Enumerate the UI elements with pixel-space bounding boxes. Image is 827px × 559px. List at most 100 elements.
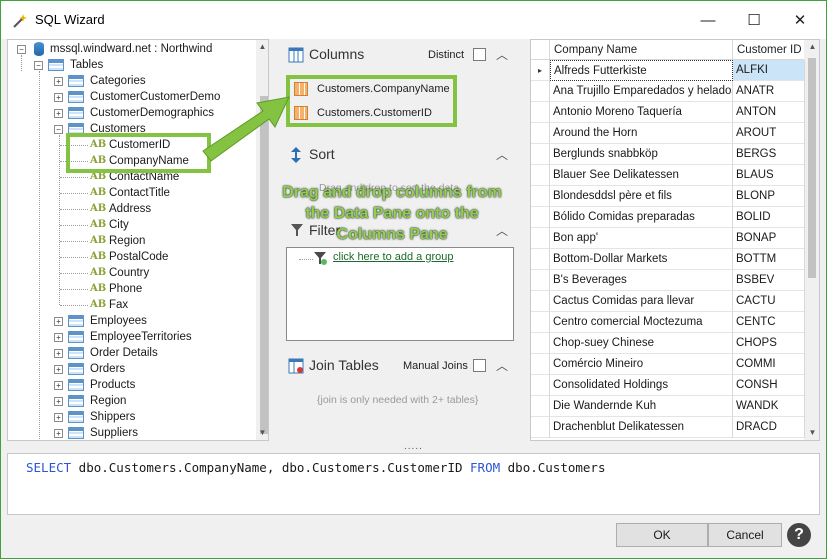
- tree-table-item[interactable]: CustomerDemographics: [90, 105, 214, 121]
- grid-cell-company-name[interactable]: Antonio Moreno Taquería: [550, 102, 733, 123]
- grid-row-header[interactable]: [531, 375, 550, 396]
- grid-cell-company-name[interactable]: Drachenblut Delikatessen: [550, 417, 733, 438]
- grid-cell-customer-id[interactable]: CHOPS: [733, 333, 805, 354]
- root-collapse-icon[interactable]: −: [17, 45, 26, 54]
- tree-table-item[interactable]: Region: [90, 393, 126, 409]
- grid-row-header[interactable]: [531, 102, 550, 123]
- table-expand-icon[interactable]: +: [54, 333, 63, 342]
- grid-row-header[interactable]: [531, 354, 550, 375]
- columns-collapse-icon[interactable]: ︿: [496, 46, 508, 63]
- grid-cell-company-name[interactable]: Comércio Mineiro: [550, 354, 733, 375]
- grid-cell-customer-id[interactable]: DRACD: [733, 417, 805, 438]
- grid-cell-company-name[interactable]: Berglunds snabbköp: [550, 144, 733, 165]
- grid-row-header[interactable]: [531, 291, 550, 312]
- grid-header-customer-id[interactable]: Customer ID: [733, 40, 805, 60]
- grid-cell-customer-id[interactable]: BOTTM: [733, 249, 805, 270]
- grid-cell-company-name[interactable]: Centro comercial Moctezuma: [550, 312, 733, 333]
- tree-table-item[interactable]: Shippers: [90, 409, 135, 425]
- tree-root-label[interactable]: mssql.windward.net : Northwind: [50, 41, 212, 57]
- pane-splitter[interactable]: .....: [404, 441, 423, 452]
- tree-field-item[interactable]: Phone: [109, 281, 142, 297]
- table-expand-icon[interactable]: +: [54, 429, 63, 438]
- grid-cell-company-name[interactable]: B's Beverages: [550, 270, 733, 291]
- close-button[interactable]: ✕: [777, 1, 823, 39]
- ok-button[interactable]: OK: [616, 523, 708, 547]
- cancel-button[interactable]: Cancel: [708, 523, 782, 547]
- table-expand-icon[interactable]: +: [54, 413, 63, 422]
- grid-cell-company-name[interactable]: Blauer See Delikatessen: [550, 165, 733, 186]
- grid-scroll-down-icon[interactable]: ▼: [806, 426, 819, 440]
- grid-cell-company-name[interactable]: Cactus Comidas para llevar: [550, 291, 733, 312]
- grid-cell-customer-id[interactable]: WANDK: [733, 396, 805, 417]
- grid-cell-customer-id[interactable]: BOLID: [733, 207, 805, 228]
- grid-cell-customer-id[interactable]: CENTC: [733, 312, 805, 333]
- grid-cell-customer-id[interactable]: ANTON: [733, 102, 805, 123]
- tree-field-item[interactable]: City: [109, 217, 129, 233]
- grid-cell-customer-id[interactable]: BONAP: [733, 228, 805, 249]
- tree-table-item[interactable]: Suppliers: [90, 425, 138, 440]
- table-expand-icon[interactable]: +: [54, 317, 63, 326]
- grid-cell-company-name[interactable]: Bon app': [550, 228, 733, 249]
- grid-row-header[interactable]: [531, 417, 550, 438]
- tree-table-item[interactable]: Orders: [90, 361, 125, 377]
- tree-field-item[interactable]: Country: [109, 265, 149, 281]
- grid-cell-company-name[interactable]: Bottom-Dollar Markets: [550, 249, 733, 270]
- grid-cell-company-name[interactable]: Blondesddsl père et fils: [550, 186, 733, 207]
- minimize-button[interactable]: —: [685, 1, 731, 39]
- grid-cell-customer-id[interactable]: COMMI: [733, 354, 805, 375]
- grid-cell-customer-id[interactable]: AROUT: [733, 123, 805, 144]
- grid-cell-customer-id[interactable]: ALFKI: [733, 60, 805, 81]
- sort-collapse-icon[interactable]: ︿: [496, 146, 508, 163]
- tables-collapse-icon[interactable]: −: [34, 61, 43, 70]
- grid-row-header[interactable]: [531, 396, 550, 417]
- grid-cell-company-name[interactable]: Chop-suey Chinese: [550, 333, 733, 354]
- grid-row-header[interactable]: [531, 81, 550, 102]
- tree-scroll-up-icon[interactable]: ▲: [256, 40, 268, 54]
- tree-table-item[interactable]: Categories: [90, 73, 146, 89]
- grid-row-header[interactable]: [531, 123, 550, 144]
- tree-field-item[interactable]: Region: [109, 233, 145, 249]
- grid-row-header[interactable]: ▸: [531, 60, 550, 81]
- grid-row-header[interactable]: [531, 207, 550, 228]
- table-expand-icon[interactable]: +: [54, 397, 63, 406]
- tree-field-item[interactable]: Address: [109, 201, 151, 217]
- sql-editor[interactable]: SELECT dbo.Customers.CompanyName, dbo.Cu…: [7, 453, 820, 515]
- grid-cell-customer-id[interactable]: ANATR: [733, 81, 805, 102]
- table-expand-icon[interactable]: +: [54, 349, 63, 358]
- table-expand-icon[interactable]: +: [54, 77, 63, 86]
- grid-row-header[interactable]: [531, 186, 550, 207]
- tree-table-item[interactable]: Employees: [90, 313, 147, 329]
- grid-cell-customer-id[interactable]: CACTU: [733, 291, 805, 312]
- table-expand-icon[interactable]: +: [54, 93, 63, 102]
- grid-row-header[interactable]: [531, 270, 550, 291]
- tree-field-item[interactable]: Fax: [109, 297, 128, 313]
- help-icon[interactable]: ?: [787, 523, 811, 547]
- add-group-link[interactable]: click here to add a group: [333, 251, 453, 263]
- grid-row-header[interactable]: [531, 144, 550, 165]
- grid-row-header[interactable]: [531, 228, 550, 249]
- table-expand-icon[interactable]: +: [54, 365, 63, 374]
- grid-cell-company-name[interactable]: Around the Horn: [550, 123, 733, 144]
- grid-row-header[interactable]: [531, 312, 550, 333]
- grid-cell-customer-id[interactable]: BERGS: [733, 144, 805, 165]
- grid-cell-company-name[interactable]: Alfreds Futterkiste: [550, 60, 733, 81]
- results-grid[interactable]: Company Name Customer ID ▲ ▼ ▸ Alfreds Fu…: [530, 39, 820, 441]
- grid-row-header[interactable]: [531, 249, 550, 270]
- tree-table-item[interactable]: Products: [90, 377, 135, 393]
- tree-table-item[interactable]: EmployeeTerritories: [90, 329, 192, 345]
- grid-header-company-name[interactable]: Company Name: [550, 40, 733, 60]
- grid-cell-company-name[interactable]: Bólido Comidas preparadas: [550, 207, 733, 228]
- join-collapse-icon[interactable]: ︿: [496, 357, 508, 374]
- grid-scroll-up-icon[interactable]: ▲: [806, 40, 819, 54]
- distinct-checkbox[interactable]: [473, 48, 486, 61]
- maximize-button[interactable]: ☐: [731, 1, 777, 39]
- grid-cell-customer-id[interactable]: BLAUS: [733, 165, 805, 186]
- tree-field-item[interactable]: ContactTitle: [109, 185, 170, 201]
- tree-field-item[interactable]: PostalCode: [109, 249, 168, 265]
- grid-row-header[interactable]: [531, 165, 550, 186]
- grid-cell-company-name[interactable]: Consolidated Holdings: [550, 375, 733, 396]
- grid-cell-customer-id[interactable]: CONSH: [733, 375, 805, 396]
- grid-scroll-thumb[interactable]: [808, 58, 816, 278]
- tree-table-item[interactable]: Order Details: [90, 345, 158, 361]
- grid-cell-customer-id[interactable]: BSBEV: [733, 270, 805, 291]
